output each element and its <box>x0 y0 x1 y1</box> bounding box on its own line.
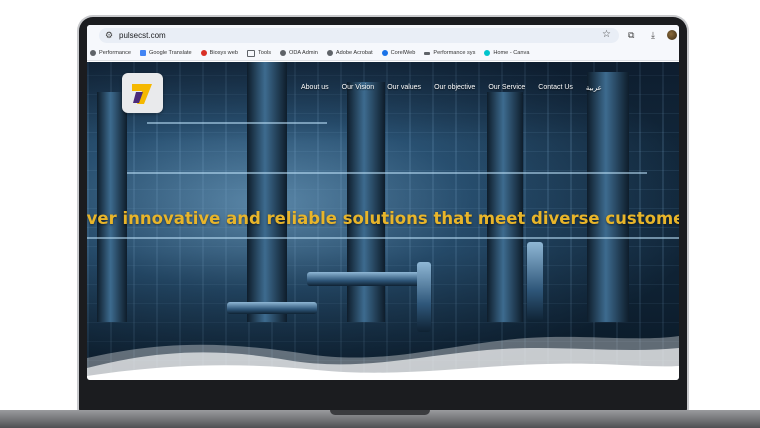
main-nav: About us Our Vision Our values Our objec… <box>301 84 615 92</box>
bookmark-canva[interactable]: Home - Canva <box>484 50 529 56</box>
bookmark-oda-admin[interactable]: ODA Admin <box>280 50 318 56</box>
nav-contact-us[interactable]: Contact Us <box>538 84 573 92</box>
bookmark-biosys-web[interactable]: Biosys web <box>200 50 238 56</box>
globe-icon <box>280 50 286 56</box>
performance-icon <box>90 50 96 56</box>
industrial-tower <box>487 92 523 322</box>
industrial-pipe <box>527 242 543 322</box>
url-text[interactable]: pulsecst.com <box>119 30 166 41</box>
industrial-pipe <box>227 302 317 314</box>
bookmark-star-icon[interactable]: ☆ <box>602 29 611 41</box>
nav-our-vision[interactable]: Our Vision <box>342 84 375 92</box>
bookmark-tools[interactable]: Tools <box>246 49 271 57</box>
hero-wave <box>87 336 679 380</box>
nav-our-service[interactable]: Our Service <box>488 84 525 92</box>
industrial-pipe <box>307 272 427 286</box>
nav-our-objective[interactable]: Our objective <box>434 84 475 92</box>
nav-our-values[interactable]: Our values <box>387 84 421 92</box>
logo-mark-icon <box>132 84 152 104</box>
industrial-tower <box>347 82 385 322</box>
hero-tagline: iver innovative and reliable solutions t… <box>87 209 679 228</box>
catwalk-rail <box>147 122 327 124</box>
bookmark-google-translate[interactable]: Google Translate <box>140 50 192 56</box>
laptop-notch <box>330 410 430 415</box>
bookmark-performance-sys[interactable]: Performance sys <box>424 50 475 56</box>
bookmark-adobe-acrobat[interactable]: Adobe Acrobat <box>326 50 373 56</box>
biosys-icon <box>200 50 207 56</box>
corel-icon <box>381 50 388 56</box>
canva-icon <box>484 50 491 56</box>
laptop-screen: ⚙ pulsecst.com ☆ ⧉ ⤓ Performance Google … <box>87 25 679 380</box>
bookmark-performance[interactable]: Performance <box>90 50 131 56</box>
performance-sys-icon <box>424 51 431 55</box>
industrial-tower <box>97 92 127 322</box>
folder-icon <box>246 49 255 57</box>
website-page: About us Our Vision Our values Our objec… <box>87 62 679 380</box>
address-bar[interactable]: ⚙ pulsecst.com ☆ <box>99 28 619 43</box>
bookmark-corelweb[interactable]: CorelWeb <box>381 50 415 56</box>
industrial-tower <box>247 62 287 322</box>
globe-icon <box>326 50 333 56</box>
profile-avatar[interactable] <box>667 30 677 40</box>
site-logo[interactable] <box>122 73 163 113</box>
extensions-icon[interactable]: ⧉ <box>628 29 634 41</box>
catwalk-rail <box>87 237 679 239</box>
site-info-icon[interactable]: ⚙ <box>105 30 113 41</box>
nav-arabic-language[interactable]: عربية <box>586 84 602 92</box>
industrial-tower <box>587 72 629 322</box>
browser-toolbar: ⚙ pulsecst.com ☆ ⧉ ⤓ <box>87 25 679 46</box>
translate-icon <box>140 50 147 56</box>
catwalk-rail <box>127 172 647 174</box>
nav-about-us[interactable]: About us <box>301 84 329 92</box>
bookmarks-bar: Performance Google Translate Biosys web … <box>87 46 679 61</box>
download-icon[interactable]: ⤓ <box>651 29 655 41</box>
